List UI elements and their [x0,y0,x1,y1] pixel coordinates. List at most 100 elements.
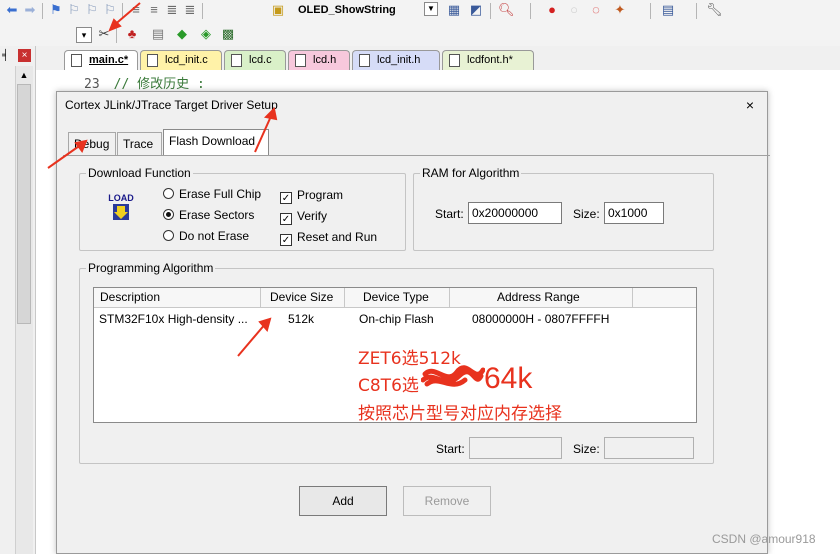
algo-start-label: Start: [436,442,465,456]
kill-breakpoints-icon[interactable]: ◌ [588,2,604,18]
checkbox-label: Verify [297,209,328,223]
separator [116,27,117,43]
bookmark-prev-icon[interactable]: ⚐ [66,2,82,18]
tab-label: main.c* [89,54,129,66]
file-icon [147,54,158,67]
tab-panel-border [63,155,770,156]
ram-size-input[interactable]: 0x1000 [604,202,664,224]
tab-label: lcd_init.c [165,54,208,66]
checkmark-icon: ✓ [280,213,292,225]
remove-button[interactable]: Remove [403,486,491,516]
program-checkbox[interactable]: ✓ Program [280,188,343,204]
bookmark-clear-icon[interactable]: ⚐ [102,2,118,18]
row-description: STM32F10x High-density ... [99,312,248,326]
manage-project-icon[interactable]: ♣ [124,26,140,42]
target-combo[interactable]: OLED_ShowString [290,1,440,19]
radio-dot [163,188,174,199]
find-in-files-icon[interactable]: ◩ [468,2,484,18]
algo-start-input[interactable] [469,437,562,459]
build-toolbar: ▾ ✂ ♣ ▤ ◆ ◈ ▩ [0,22,840,46]
checkmark-icon: ✓ [280,234,292,246]
column-header-device-size[interactable]: Device Size [261,288,345,308]
ram-start-label: Start: [435,207,464,221]
tab-label: lcd.c [249,54,272,66]
scroll-up-arrow-icon[interactable]: ▲ [16,68,32,82]
separator [650,3,651,19]
tab-lcd-init-c[interactable]: lcd_init.c [140,50,222,70]
radio-label: Erase Sectors [179,208,255,222]
row-device-size: 512k [288,312,315,326]
ram-size-label: Size: [573,207,600,221]
search-icon[interactable]: 🔍︎ [498,2,515,18]
tab-label: lcd.h [313,54,337,66]
dropdown-icon[interactable]: ▾ [76,27,92,43]
bookmark-next-icon[interactable]: ⚐ [84,2,100,18]
checkbox-label: Program [297,188,344,202]
line-number: 23 [84,77,100,92]
verify-checkbox[interactable]: ✓ Verify [280,209,327,225]
comment-icon[interactable]: ≣ [164,2,180,18]
do-not-erase-radio[interactable]: Do not Erase [163,229,249,243]
algo-size-label: Size: [573,442,600,456]
tab-lcd-h[interactable]: lcd.h [288,50,350,70]
tab-flash-download[interactable]: Flash Download [163,129,269,156]
window-layout-icon[interactable]: ▤ [660,2,676,18]
target-combo-dropdown[interactable]: ▼ [424,2,438,16]
algo-size-input[interactable] [604,437,694,459]
file-icon [71,54,82,67]
code-text: // 修改历史 : [113,77,205,92]
tab-label: lcd_init.h [377,54,421,66]
radio-dot [163,209,174,220]
close-pane-icon[interactable]: × [18,49,31,62]
tab-trace[interactable]: Trace [117,132,162,156]
dialog-close-button[interactable]: × [742,97,758,113]
options-for-target-icon[interactable]: ✂ [96,26,112,42]
ram-start-input[interactable]: 0x20000000 [468,202,562,224]
breakpoint-icon[interactable]: ● [544,2,560,18]
separator [530,3,531,19]
scroll-thumb[interactable] [17,84,31,324]
separator [202,3,203,19]
run-time-environment-icon[interactable]: ▩ [220,26,236,42]
configure-icon[interactable]: ✦ [612,2,628,18]
file-extensions-icon[interactable]: ▤ [150,26,166,42]
disable-breakpoint-icon[interactable]: ○ [566,2,582,18]
uncomment-icon[interactable]: ≣ [182,2,198,18]
tab-lcd-c[interactable]: lcd.c [224,50,286,70]
file-icon [359,54,370,67]
file-icon [449,54,460,67]
tools-icon[interactable]: 🔧︎ [706,2,723,18]
radio-label: Erase Full Chip [179,187,262,201]
unindent-icon[interactable]: ≡ [146,2,162,18]
back-arrow-icon[interactable]: ⬅ [4,2,20,18]
tab-debug[interactable]: Debug [68,132,116,156]
add-button[interactable]: Add [299,486,387,516]
dialog-title: Cortex JLink/JTrace Target Driver Setup [65,98,278,112]
erase-full-chip-radio[interactable]: Erase Full Chip [163,187,261,201]
column-header-device-type[interactable]: Device Type [345,288,450,308]
bookmark-icon[interactable]: ⚑ [48,2,64,18]
tab-lcdfont-h[interactable]: lcdfont.h* [442,50,534,70]
select-packs-icon[interactable]: ◈ [198,26,214,42]
insert-template-icon[interactable]: ▦ [446,2,462,18]
tab-lcd-init-h[interactable]: lcd_init.h [352,50,440,70]
erase-sectors-radio[interactable]: Erase Sectors [163,208,254,222]
tab-main-c[interactable]: main.c* [64,50,138,70]
forward-arrow-icon[interactable]: ➡ [22,2,38,18]
row-address-range: 08000000H - 0807FFFFH [472,312,610,326]
pin-icon[interactable]: ╡ [2,50,9,61]
watermark: CSDN @amour918 [712,532,816,546]
column-header-address-range[interactable]: Address Range [450,288,633,308]
indent-icon[interactable]: ≡ [128,2,144,18]
ram-for-algorithm-label: RAM for Algorithm [420,166,522,180]
load-icon-text: LOAD [108,193,134,203]
scribble-mark [421,365,485,387]
radio-label: Do not Erase [179,229,250,243]
pack-installer-icon[interactable]: ◆ [174,26,190,42]
load-file-icon[interactable]: ▣ [270,2,286,18]
file-icon [295,54,306,67]
main-toolbar: ⬅ ➡ ⚑ ⚐ ⚐ ⚐ ≡ ≡ ≣ ≣ ▣ OLED_ShowString ▼ … [0,0,840,22]
reset-and-run-checkbox[interactable]: ✓ Reset and Run [280,230,377,246]
column-header-empty [633,288,696,308]
column-header-description[interactable]: Description [94,288,261,308]
